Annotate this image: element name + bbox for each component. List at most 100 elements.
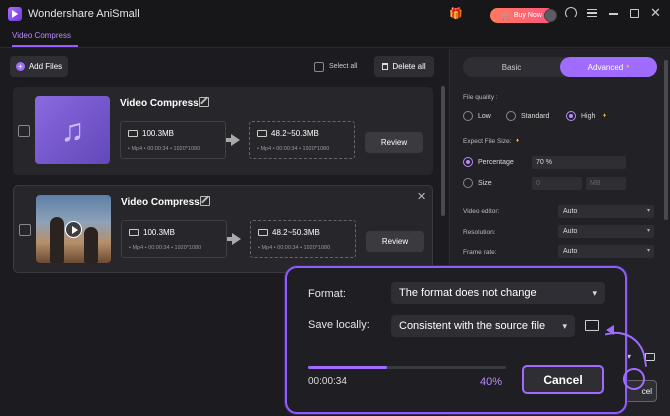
progress-percent: 40% — [480, 376, 503, 388]
resolution-select[interactable]: Auto ▾ — [558, 225, 654, 238]
save-locally-label: Save locally: — [308, 319, 370, 331]
file-toolbar: + Add Files Select all Delete all — [0, 49, 448, 85]
percentage-radio[interactable] — [463, 157, 473, 167]
quality-low-radio[interactable] — [463, 111, 473, 121]
edit-icon[interactable] — [199, 97, 209, 107]
premium-gem-icon: ♦ — [516, 138, 520, 144]
chevron-down-icon: ▾ — [646, 248, 650, 254]
file-checkbox[interactable] — [19, 224, 31, 236]
resolution-label: Resolution: — [463, 229, 496, 236]
callout-highlight-circle — [623, 368, 645, 390]
output-meta: • Mp4 • 00:00:34 • 1920*1080 — [257, 146, 330, 152]
audio-thumbnail: ♫ — [35, 96, 110, 164]
save-location-value: Consistent with the source file — [399, 320, 546, 332]
output-info-box: 48.2~50.3MB • Mp4 • 00:00:34 • 1920*1080 — [249, 121, 355, 159]
video-editor-value: Auto — [563, 208, 578, 215]
folder-icon[interactable] — [645, 353, 655, 361]
quality-high-radio[interactable] — [566, 111, 576, 121]
chevron-down-icon: ▾ — [646, 228, 650, 234]
review-button[interactable]: Review — [365, 132, 423, 153]
callout-arrowhead — [606, 325, 614, 335]
add-files-button[interactable]: + Add Files — [10, 56, 68, 77]
tab-basic[interactable]: Basic — [463, 57, 560, 77]
file-card: Video Compress ✕ 100.3MB • Mp4 • 00:00:3… — [13, 185, 433, 273]
compress-progress-bar — [308, 366, 506, 369]
percentage-label: Percentage — [478, 159, 514, 166]
video-editor-label: Video editor: — [463, 208, 500, 215]
percentage-input[interactable]: 70 % — [532, 156, 626, 169]
expect-size-label: Expect File Size: — [463, 138, 512, 145]
minimize-icon[interactable] — [609, 13, 618, 15]
account-avatar[interactable] — [544, 9, 557, 22]
file-quality-label: File quality : — [463, 94, 498, 101]
size-radio[interactable] — [463, 178, 473, 188]
format-value: The format does not change — [399, 287, 537, 299]
arrow-right-icon — [227, 233, 241, 245]
support-headset-icon[interactable] — [565, 7, 577, 19]
source-info-box: 100.3MB • Mp4 • 00:00:34 • 1920*1080 — [121, 220, 227, 258]
output-size: 48.2~50.3MB — [272, 228, 320, 237]
buy-now-label: Buy Now — [513, 12, 542, 19]
trash-icon — [382, 63, 389, 70]
app-title: Wondershare AniSmall — [28, 8, 140, 20]
size-label: Size — [478, 180, 492, 187]
maximize-icon[interactable] — [630, 9, 639, 18]
music-note-icon: ♫ — [60, 111, 85, 148]
chevron-down-icon: ▾ — [562, 321, 567, 331]
save-location-select[interactable]: Consistent with the source file ▾ — [391, 315, 575, 337]
remove-file-icon[interactable]: ✕ — [417, 190, 426, 203]
add-files-label: Add Files — [28, 62, 63, 71]
delete-all-button[interactable]: Delete all — [374, 56, 434, 77]
file-list-scrollbar[interactable] — [441, 86, 445, 216]
output-size: 48.2~50.3MB — [271, 129, 319, 138]
format-select[interactable]: The format does not change ▾ — [391, 282, 605, 304]
source-meta: • Mp4 • 00:00:34 • 1920*1080 — [129, 245, 202, 251]
format-label: Format: — [308, 288, 346, 300]
close-icon[interactable]: ✕ — [650, 6, 661, 19]
premium-gem-icon: ♦ — [603, 113, 607, 119]
tab-bar: Video Compress — [0, 28, 670, 48]
folder-icon — [128, 130, 138, 137]
quality-high-label: High — [581, 113, 596, 120]
video-editor-select[interactable]: Auto ▾ — [558, 205, 654, 218]
play-icon[interactable] — [65, 221, 82, 238]
select-all-label: Select all — [329, 63, 358, 70]
tab-active-indicator — [12, 45, 78, 47]
output-info-box: 48.2~50.3MB • Mp4 • 00:00:34 • 1920*1080 — [250, 220, 356, 258]
plus-icon: + — [15, 62, 25, 71]
output-settings-callout: Format: The format does not change ▾ Sav… — [285, 266, 627, 414]
video-thumbnail — [36, 195, 111, 263]
cancel-button[interactable]: Cancel — [522, 365, 604, 394]
file-card: ♫ Video Compress 100.3MB • Mp4 • 00:00:3… — [13, 87, 433, 175]
folder-icon — [257, 130, 267, 137]
elapsed-time: 00:00:34 — [308, 376, 347, 387]
tab-video-compress[interactable]: Video Compress — [12, 31, 71, 40]
menu-icon[interactable] — [587, 9, 597, 17]
folder-icon — [258, 229, 268, 236]
quality-standard-radio[interactable] — [506, 111, 516, 121]
source-info-box: 100.3MB • Mp4 • 00:00:34 • 1920*1080 — [120, 121, 226, 159]
mode-switch: Basic Advanced ♦ — [463, 57, 657, 77]
size-unit-select[interactable]: MB — [586, 177, 626, 190]
source-size: 100.3MB — [143, 228, 176, 237]
edit-icon[interactable] — [200, 196, 210, 206]
size-input[interactable]: 0 — [532, 177, 582, 190]
app-logo-icon — [8, 7, 22, 21]
advanced-label: Advanced — [587, 62, 624, 72]
browse-folder-icon[interactable] — [585, 320, 599, 331]
frame-rate-select[interactable]: Auto ▾ — [558, 245, 654, 258]
chevron-down-icon: ▾ — [646, 208, 650, 214]
folder-icon — [129, 229, 139, 236]
arrow-right-icon — [226, 134, 240, 146]
source-size: 100.3MB — [142, 129, 175, 138]
settings-scrollbar[interactable] — [664, 60, 668, 220]
cart-icon: 🛒 — [502, 12, 511, 20]
source-meta: • Mp4 • 00:00:34 • 1920*1080 — [128, 146, 201, 152]
thumbnail-figure — [50, 217, 64, 263]
quality-standard-label: Standard — [521, 113, 550, 120]
file-checkbox[interactable] — [18, 125, 30, 137]
review-button[interactable]: Review — [366, 231, 424, 252]
tab-advanced[interactable]: Advanced ♦ — [560, 57, 657, 77]
select-all-checkbox[interactable] — [314, 62, 324, 72]
gift-icon[interactable]: 🎁 — [449, 7, 463, 20]
